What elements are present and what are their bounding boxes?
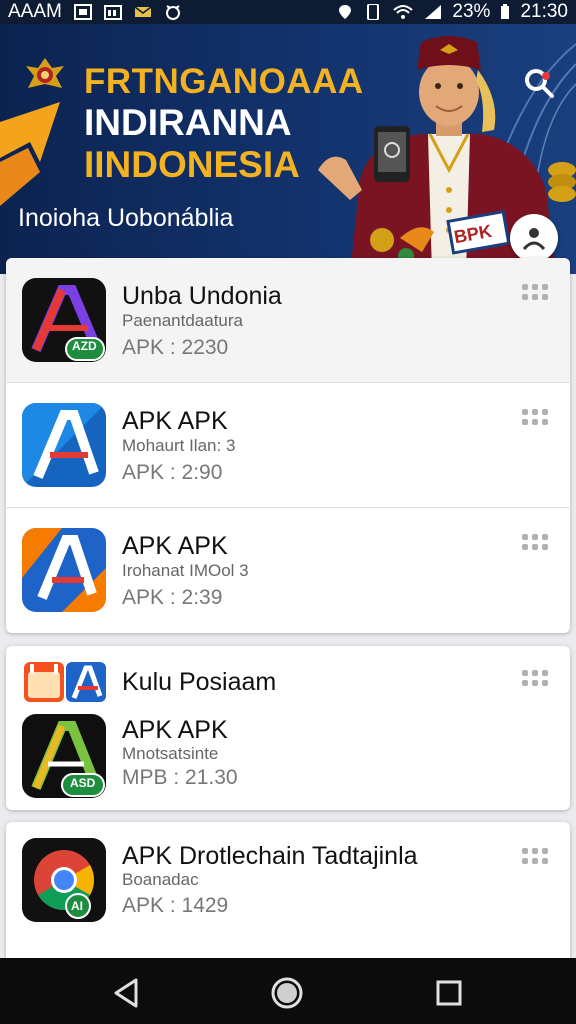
app-subtitle: Irohanat IMOol 3 [122,561,249,580]
app-badge-label: AI [71,899,83,913]
arrow-graphic [0,102,60,206]
gallery-icon [73,4,92,20]
app-version: MPB : 21.30 [122,766,238,789]
app-a-icon-blue [22,403,106,487]
alarm-icon [165,5,180,20]
banner-subtitle: Inoioha Uobonáblia [18,204,234,232]
app-a-icon-green: ASD [22,714,106,798]
navigation-bar [0,958,576,1024]
banner-title-line2: INDIRANNA [84,102,292,143]
app-name: APK Drotlechain Tadtajinla [122,842,418,870]
more-options-icon[interactable] [522,409,552,429]
calendar-icon [103,5,122,20]
list-item[interactable]: AI APK Drotlechain Tadtajinla Boanadac A… [6,822,570,947]
app-subtitle: Paenantdaatura [122,311,243,330]
list-item[interactable]: APK APK Irohanat IMOol 3 APK : 2:39 [6,508,570,633]
app-a-icon-dark: AZD [22,278,106,362]
battery-icon [501,4,510,19]
profile-button[interactable] [510,214,558,262]
list-item[interactable]: ASD APK APK Mnotsatsinte MPB : 21.30 [6,704,570,808]
app-subtitle: Mnotsatsinte [122,744,219,763]
app-a-icon-multicolor [22,528,106,612]
promo-banner[interactable]: FRTNGANOAAA INDIRANNA IINDONESIA Inoioha… [0,24,576,274]
app-a-icon-small [66,662,106,702]
user-icon [522,228,546,251]
more-options-icon[interactable] [522,670,552,690]
app-list-card: AI APK Drotlechain Tadtajinla Boanadac A… [6,822,570,972]
app-name: APK APK [122,532,228,560]
group-header: Kulu Posiaam [122,668,277,696]
home-icon[interactable] [270,976,304,1010]
battery-label: 23% [452,1,491,22]
app-name: APK APK [122,407,228,435]
chrome-icon: AI [22,838,106,922]
app-version: APK : 2:90 [122,461,223,484]
location-icon [339,5,352,19]
list-item[interactable]: AZD Unba Undonia Paenantdaatura APK : 22… [6,258,570,383]
signal-icon [425,5,442,19]
phone-icon [367,4,380,20]
status-bar: AAAM 23% 21:30 [0,0,576,24]
app-badge-label: AZD [72,339,97,353]
app-version: APK : 1429 [122,894,229,917]
emblem-icon [26,58,64,88]
wifi-icon [393,5,414,19]
search-icon[interactable] [522,66,556,100]
clock: 21:30 [520,1,568,22]
app-group-card: Kulu Posiaam ASD APK APK Mnotsatsinte MP… [6,646,570,810]
app-name: Unba Undonia [122,282,282,310]
app-version: APK : 2230 [122,336,229,359]
banner-title-line3: IINDONESIA [84,144,300,185]
message-icon [134,6,152,17]
more-options-icon[interactable] [522,534,552,554]
more-options-icon[interactable] [522,848,552,868]
app-version: APK : 2:39 [122,586,223,609]
calendar-app-icon [24,662,64,702]
app-name: APK APK [122,716,228,744]
app-list-card: AZD Unba Undonia Paenantdaatura APK : 22… [6,258,570,633]
app-subtitle: Mohaurt Ilan: 3 [122,436,236,455]
app-badge-label: ASD [70,776,96,790]
app-subtitle: Boanadac [122,870,199,889]
recents-icon[interactable] [432,976,466,1010]
carrier-label: AAAM [8,1,62,22]
more-options-icon[interactable] [522,284,552,304]
back-icon[interactable] [110,976,144,1010]
list-item[interactable]: APK APK Mohaurt Ilan: 3 APK : 2:90 [6,383,570,508]
